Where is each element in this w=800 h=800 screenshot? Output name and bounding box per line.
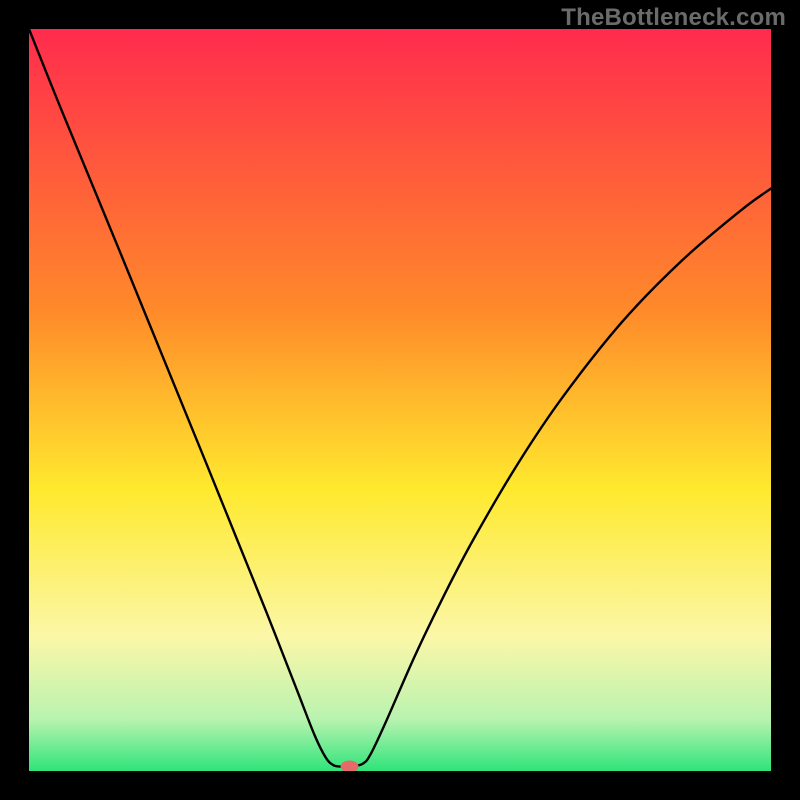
- gradient-background: [29, 29, 771, 771]
- watermark-text: TheBottleneck.com: [561, 4, 786, 32]
- chart-frame: TheBottleneck.com: [0, 0, 800, 800]
- bottleneck-chart: [29, 29, 771, 771]
